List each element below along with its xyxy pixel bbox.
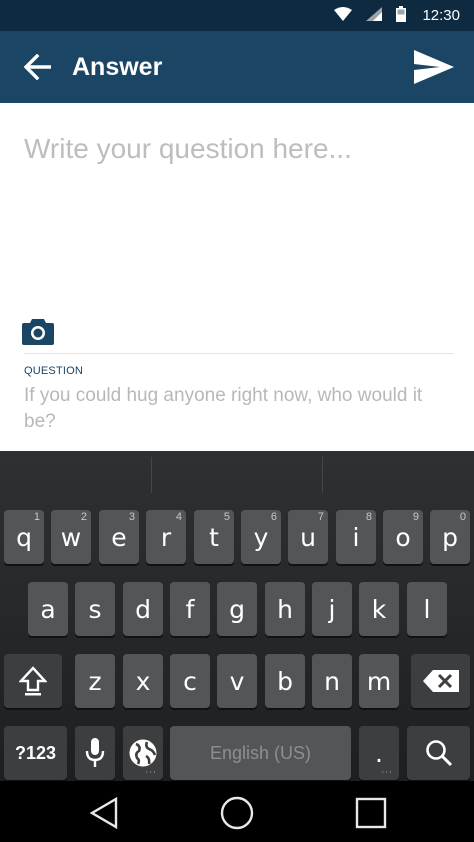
search-icon [425,740,452,767]
period-key[interactable]: . ··· [359,726,399,780]
page-title: Answer [72,52,163,81]
send-button[interactable] [404,31,464,103]
key-o[interactable]: o9 [383,510,423,564]
nav-recents-icon [355,797,387,829]
compose-area: QUESTION If you could hug anyone right n… [0,103,474,451]
nav-recents-button[interactable] [353,795,389,831]
wifi-icon [334,6,353,25]
key-e[interactable]: e3 [99,510,139,564]
key-i[interactable]: i8 [336,510,376,564]
nav-back-button[interactable] [86,795,122,831]
key-x[interactable]: x [123,654,163,708]
nav-back-icon [89,796,118,830]
more-dots: ··· [145,768,157,778]
battery-icon [396,5,407,26]
shift-icon [19,666,47,696]
more-dots: ··· [381,768,393,778]
key-b[interactable]: b [265,654,305,708]
key-h[interactable]: h [265,582,305,636]
language-key[interactable]: ··· [123,726,163,780]
search-key[interactable] [407,726,470,780]
key-g[interactable]: g [217,582,257,636]
shift-key[interactable] [4,654,62,708]
app-bar: Answer [0,31,474,103]
backspace-key[interactable] [411,654,470,708]
arrow-back-icon [24,54,51,80]
key-m[interactable]: m [359,654,399,708]
navigation-bar [0,781,474,842]
camera-icon [22,319,54,345]
key-d[interactable]: d [123,582,163,636]
key-q[interactable]: q1 [4,510,44,564]
key-f[interactable]: f [170,582,210,636]
space-key[interactable]: English (US) [170,726,351,780]
key-a[interactable]: a [28,582,68,636]
microphone-icon [85,738,105,767]
key-r[interactable]: r4 [146,510,186,564]
camera-button[interactable] [22,317,54,345]
key-n[interactable]: n [312,654,352,708]
key-v[interactable]: v [217,654,257,708]
key-k[interactable]: k [359,582,399,636]
nav-home-icon [220,796,254,830]
send-icon [414,50,454,84]
suggestion-divider [151,457,152,493]
status-bar: 12:30 [0,0,474,31]
nav-home-button[interactable] [219,795,255,831]
key-y[interactable]: y6 [241,510,281,564]
key-s[interactable]: s [75,582,115,636]
key-t[interactable]: t5 [194,510,234,564]
symbols-key[interactable]: ?123 [4,726,67,780]
globe-icon [129,739,157,767]
back-button[interactable] [8,31,68,103]
key-l[interactable]: l [407,582,447,636]
key-c[interactable]: c [170,654,210,708]
question-input[interactable] [24,129,450,169]
signal-icon [366,6,383,25]
soft-keyboard: q1 w2 e3 r4 t5 y6 u7 i8 o9 p0 a s d f g … [0,451,474,781]
suggestion-divider [322,457,323,493]
key-j[interactable]: j [312,582,352,636]
status-time: 12:30 [422,7,460,24]
key-p[interactable]: p0 [430,510,470,564]
backspace-icon [422,670,459,692]
suggestion-strip[interactable] [0,451,474,499]
divider [24,353,454,354]
question-label: QUESTION [24,365,84,377]
key-z[interactable]: z [75,654,115,708]
key-u[interactable]: u7 [288,510,328,564]
key-w[interactable]: w2 [51,510,91,564]
mic-key[interactable] [75,726,115,780]
question-text: If you could hug anyone right now, who w… [24,385,423,432]
